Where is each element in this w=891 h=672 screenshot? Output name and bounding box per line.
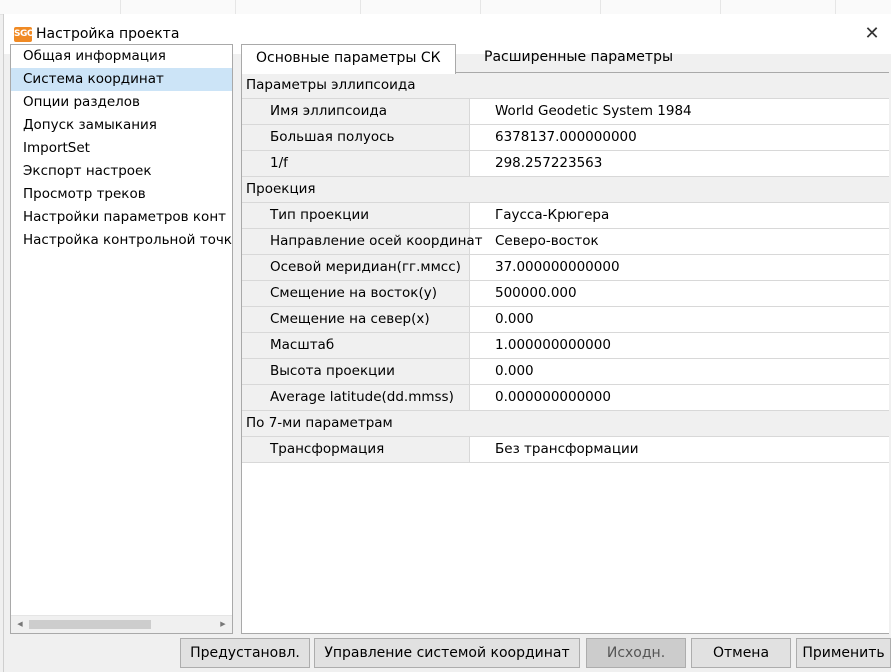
- property-row[interactable]: 1/f 298.257223563: [242, 151, 889, 177]
- property-value[interactable]: 6378137.000000000: [495, 125, 637, 150]
- settings-category-list: Общая информация Система координат Опции…: [10, 44, 233, 634]
- group-label: По 7-ми параметрам: [246, 415, 393, 431]
- group-projection[interactable]: Проекция: [242, 177, 889, 203]
- background-window-strip: [0, 0, 891, 15]
- property-name: Имя эллипсоида: [242, 99, 470, 124]
- cancel-button[interactable]: Отмена: [691, 638, 791, 668]
- property-value[interactable]: 0.000: [495, 359, 534, 384]
- property-row[interactable]: Большая полуось 6378137.000000000: [242, 125, 889, 151]
- property-name: Трансформация: [242, 437, 470, 462]
- property-row[interactable]: Направление осей координат Северо-восток: [242, 229, 889, 255]
- sidebar-item-general-info[interactable]: Общая информация: [11, 45, 232, 68]
- scroll-right-icon[interactable]: ▶: [216, 618, 230, 631]
- property-row[interactable]: Смещение на восток(y) 500000.000: [242, 281, 889, 307]
- close-icon[interactable]: ✕: [860, 22, 884, 46]
- property-row[interactable]: Тип проекции Гаусса-Крюгера: [242, 203, 889, 229]
- property-value[interactable]: 0.000000000000: [495, 385, 611, 410]
- manage-coordinate-system-button[interactable]: Управление системой координат: [314, 638, 580, 668]
- property-value[interactable]: Гаусса-Крюгера: [495, 203, 609, 228]
- app-logo-icon: SGO: [14, 27, 35, 42]
- sidebar-item-closure-tolerance[interactable]: Допуск замыкания: [11, 114, 232, 137]
- horizontal-scrollbar[interactable]: ◀ ▶: [11, 615, 232, 633]
- property-value[interactable]: 37.000000000000: [495, 255, 620, 280]
- scroll-left-icon[interactable]: ◀: [13, 618, 27, 631]
- property-value[interactable]: 298.257223563: [495, 151, 602, 176]
- property-value[interactable]: Без трансформации: [495, 437, 639, 462]
- default-button[interactable]: Исходн.: [586, 638, 686, 668]
- property-name: Высота проекции: [242, 359, 470, 384]
- property-row[interactable]: Имя эллипсоида World Geodetic System 1984: [242, 99, 889, 125]
- property-name: Большая полуось: [242, 125, 470, 150]
- property-value[interactable]: 500000.000: [495, 281, 577, 306]
- apply-button[interactable]: Применить: [796, 638, 891, 668]
- property-name: Смещение на восток(y): [242, 281, 470, 306]
- sidebar-item-control-point[interactable]: Настройка контрольной точк: [11, 229, 232, 252]
- property-name: Осевой меридиан(гг.ммсс): [242, 255, 470, 280]
- property-grid: Параметры эллипсоида Имя эллипсоида World…: [241, 72, 889, 634]
- preset-button[interactable]: Предустановл.: [180, 638, 310, 668]
- property-row[interactable]: Высота проекции 0.000: [242, 359, 889, 385]
- sidebar-item-coordinate-system[interactable]: Система координат: [11, 68, 232, 91]
- property-row[interactable]: Смещение на север(x) 0.000: [242, 307, 889, 333]
- property-row[interactable]: Осевой меридиан(гг.ммсс) 37.000000000000: [242, 255, 889, 281]
- property-name: Тип проекции: [242, 203, 470, 228]
- scrollbar-thumb[interactable]: [29, 620, 151, 629]
- property-name: Направление осей координат: [242, 229, 483, 254]
- property-value[interactable]: World Geodetic System 1984: [495, 99, 692, 124]
- property-row[interactable]: Трансформация Без трансформации: [242, 437, 889, 463]
- tab-basic-cs-params[interactable]: Основные параметры СК: [241, 44, 456, 74]
- sidebar-item-section-options[interactable]: Опции разделов: [11, 91, 232, 114]
- sidebar-item-importset[interactable]: ImportSet: [11, 137, 232, 160]
- group-label: Проекция: [246, 181, 316, 197]
- property-name: Масштаб: [242, 333, 470, 358]
- group-label: Параметры эллипсоида: [246, 77, 416, 93]
- property-row[interactable]: Average latitude(dd.mmss) 0.000000000000: [242, 385, 889, 411]
- tab-advanced-params[interactable]: Расширенные параметры: [470, 44, 687, 72]
- sidebar-item-control-params[interactable]: Настройки параметров конт: [11, 206, 232, 229]
- tab-bar: Основные параметры СК Расширенные параме…: [241, 44, 888, 74]
- sidebar-item-export-settings[interactable]: Экспорт настроек: [11, 160, 232, 183]
- property-name: Смещение на север(x): [242, 307, 470, 332]
- property-value[interactable]: Северо-восток: [495, 229, 599, 254]
- group-seven-parameters[interactable]: По 7-ми параметрам: [242, 411, 889, 437]
- property-name: 1/f: [242, 151, 470, 176]
- sidebar-item-track-view[interactable]: Просмотр треков: [11, 183, 232, 206]
- property-name: Average latitude(dd.mmss): [242, 385, 470, 410]
- dialog-title: Настройка проекта: [36, 26, 180, 42]
- property-value[interactable]: 1.000000000000: [495, 333, 611, 358]
- property-row[interactable]: Масштаб 1.000000000000: [242, 333, 889, 359]
- group-ellipsoid[interactable]: Параметры эллипсоида: [242, 73, 889, 99]
- property-value[interactable]: 0.000: [495, 307, 534, 332]
